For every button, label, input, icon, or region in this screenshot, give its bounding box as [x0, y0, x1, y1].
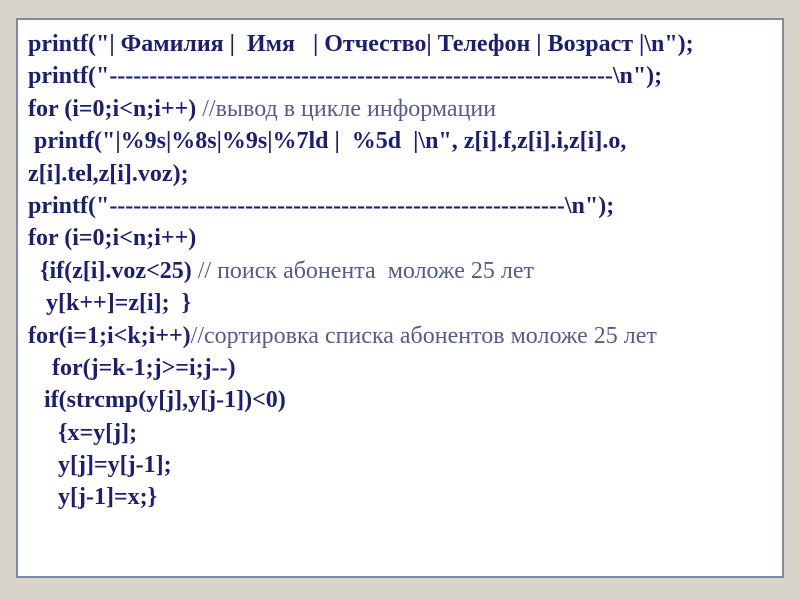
code-text: for(j=k-1;j>=i;j--)	[28, 355, 236, 381]
code-line-9: y[k++]=z[i]; }	[28, 287, 772, 319]
code-line-6: printf("--------------------------------…	[28, 190, 772, 222]
code-text: y[j-1]=x;}	[28, 484, 157, 510]
code-text: y[j]=y[j-1];	[28, 452, 172, 478]
code-text: printf("--------------------------------…	[28, 193, 614, 219]
code-text: for(i=1;i<k;i++)	[28, 323, 191, 349]
code-line-4: printf("|%9s|%8s|%9s|%7ld | %5d |\n", z[…	[28, 125, 772, 157]
code-line-15: y[j-1]=x;}	[28, 481, 772, 513]
code-line-10: for(i=1;i<k;i++)//сортировка списка абон…	[28, 320, 772, 352]
code-line-12: if(strcmp(y[j],y[j-1])<0)	[28, 384, 772, 416]
code-text: printf("| Фамилия | Имя | Отчество| Теле…	[28, 31, 694, 57]
code-line-1: printf("| Фамилия | Имя | Отчество| Теле…	[28, 28, 772, 60]
highlighted-code: if(strcmp(y[j],y[j-1])<0)	[28, 384, 302, 416]
code-line-3: for (i=0;i<n;i++) //вывод в цикле информ…	[28, 93, 772, 125]
code-text: for (i=0;i<n;i++)	[28, 225, 196, 251]
comment-text: // поиск абонента моложе 25 лет	[198, 258, 534, 284]
code-text: y[k++]=z[i]; }	[28, 290, 191, 316]
comment-text: //сортировка списка абонентов моложе 25 …	[191, 323, 657, 349]
code-line-8: {if(z[i].voz<25) // поиск абонента молож…	[28, 255, 772, 287]
code-line-5: z[i].tel,z[i].voz);	[28, 158, 772, 190]
slide: printf("| Фамилия | Имя | Отчество| Теле…	[0, 0, 800, 600]
code-text: for (i=0;i<n;i++)	[28, 96, 202, 122]
code-text: {x=y[j];	[28, 420, 137, 446]
code-box: printf("| Фамилия | Имя | Отчество| Теле…	[16, 18, 784, 578]
code-text: printf("--------------------------------…	[28, 63, 662, 89]
code-text: printf("|%9s|%8s|%9s|%7ld | %5d |\n", z[…	[28, 128, 626, 154]
code-line-7: for (i=0;i<n;i++)	[28, 222, 772, 254]
code-line-11: for(j=k-1;j>=i;j--)	[28, 352, 772, 384]
code-text: {if(z[i].voz<25)	[28, 258, 198, 284]
code-line-13: {x=y[j];	[28, 417, 772, 449]
code-text: z[i].tel,z[i].voz);	[28, 161, 189, 187]
code-line-2: printf("--------------------------------…	[28, 60, 772, 92]
code-line-14: y[j]=y[j-1];	[28, 449, 772, 481]
comment-text: //вывод в цикле информации	[202, 96, 496, 122]
